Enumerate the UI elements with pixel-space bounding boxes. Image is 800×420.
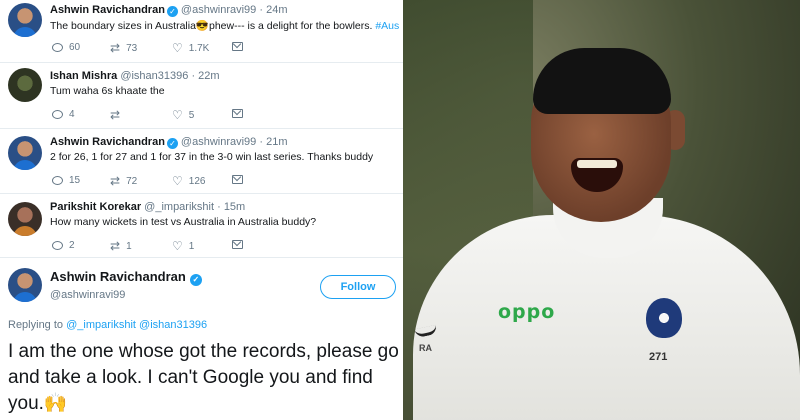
retweet-icon: ⇄ bbox=[110, 239, 121, 253]
mail-icon bbox=[232, 240, 243, 249]
verified-badge-icon: ✓ bbox=[166, 6, 178, 17]
player-photo: RA oppo 271 bbox=[403, 0, 800, 420]
retweet-button[interactable]: ⇄ 1 bbox=[110, 240, 132, 252]
reply-icon bbox=[52, 43, 63, 52]
bcci-crest-icon bbox=[646, 298, 682, 338]
verified-badge-icon: ✓ bbox=[189, 274, 202, 286]
heart-icon: ♡ bbox=[172, 108, 183, 122]
timestamp[interactable]: · 21m bbox=[259, 136, 287, 148]
hair bbox=[533, 48, 671, 114]
sponsor-logo: oppo bbox=[498, 301, 556, 323]
avatar[interactable] bbox=[8, 68, 42, 102]
avatar[interactable] bbox=[8, 202, 42, 236]
jersey-initials: RA bbox=[419, 343, 432, 353]
tweet-text: 2 for 26, 1 for 27 and 1 for 37 in the 3… bbox=[50, 151, 374, 163]
tweet-1[interactable]: Ashwin Ravichandran ✓ @ashwinravi99 · 24m … bbox=[0, 0, 403, 62]
avatar[interactable] bbox=[8, 268, 42, 302]
reply-button[interactable]: 2 bbox=[52, 240, 75, 251]
avatar[interactable] bbox=[8, 136, 42, 170]
mail-icon bbox=[232, 175, 243, 184]
mail-icon bbox=[232, 42, 243, 51]
heart-icon: ♡ bbox=[172, 174, 183, 188]
tweet-text: Tum waha 6s khaate the bbox=[50, 85, 165, 97]
retweet-icon: ⇄ bbox=[110, 174, 121, 188]
tweet-2[interactable]: Ishan Mishra @ishan31396 · 22m Tum waha … bbox=[0, 63, 403, 128]
retweet-icon: ⇄ bbox=[110, 41, 121, 55]
retweet-icon: ⇄ bbox=[110, 108, 121, 122]
heart-icon: ♡ bbox=[172, 41, 183, 55]
reply-button[interactable]: 15 bbox=[52, 175, 80, 186]
display-name[interactable]: Parikshit Korekar bbox=[50, 201, 141, 213]
display-name[interactable]: Ashwin Ravichandran bbox=[50, 136, 165, 148]
sunglasses-emoji-icon: 😎 bbox=[195, 20, 209, 32]
replying-to: Replying to @_imparikshit @ishan31396 bbox=[8, 319, 208, 331]
reply-button[interactable]: 4 bbox=[52, 109, 75, 120]
teeth bbox=[577, 160, 617, 168]
main-tweet-handle[interactable]: @ashwinravi99 bbox=[50, 289, 125, 301]
reply-button[interactable]: 60 bbox=[52, 42, 80, 53]
direct-message-button[interactable] bbox=[232, 240, 243, 249]
reply-icon bbox=[52, 176, 63, 185]
main-tweet-author[interactable]: Ashwin Ravichandran ✓ bbox=[50, 269, 205, 286]
like-button[interactable]: ♡ 1.7K bbox=[172, 42, 209, 54]
display-name[interactable]: Ishan Mishra bbox=[50, 70, 117, 82]
verified-badge-icon: ✓ bbox=[166, 138, 178, 149]
reply-icon bbox=[52, 241, 63, 250]
raising-hands-emoji-icon: 🙌 bbox=[43, 393, 68, 414]
timestamp[interactable]: · 15m bbox=[217, 201, 245, 213]
mention-link[interactable]: @ishan31396 bbox=[139, 319, 207, 331]
display-name[interactable]: Ashwin Ravichandran bbox=[50, 4, 165, 16]
like-button[interactable]: ♡ 1 bbox=[172, 240, 194, 252]
divider bbox=[0, 257, 403, 258]
like-button[interactable]: ♡ 126 bbox=[172, 175, 205, 187]
mail-icon bbox=[232, 109, 243, 118]
follow-button[interactable]: Follow bbox=[320, 275, 396, 299]
tweet-text: The boundary sizes in Australia😎phew--- … bbox=[50, 20, 400, 32]
direct-message-button[interactable] bbox=[232, 42, 243, 51]
handle[interactable]: @ishan31396 bbox=[120, 70, 188, 82]
like-button[interactable]: ♡ 5 bbox=[172, 109, 194, 121]
handle[interactable]: @_imparikshit bbox=[144, 201, 214, 213]
heart-icon: ♡ bbox=[172, 239, 183, 253]
tweet-3[interactable]: Ashwin Ravichandran ✓ @ashwinravi99 · 21m … bbox=[0, 129, 403, 193]
tweet-4[interactable]: Parikshit Korekar @_imparikshit · 15m Ho… bbox=[0, 194, 403, 256]
retweet-button[interactable]: ⇄ 73 bbox=[110, 42, 137, 54]
handle[interactable]: @ashwinravi99 bbox=[181, 136, 256, 148]
handle[interactable]: @ashwinravi99 bbox=[181, 4, 256, 16]
main-tweet-text: I am the one whose got the records, plea… bbox=[8, 341, 399, 414]
retweet-button[interactable]: ⇄ bbox=[110, 109, 120, 121]
mention-link[interactable]: @_imparikshit bbox=[66, 319, 136, 331]
tweet-text: How many wickets in test vs Australia in… bbox=[50, 216, 317, 228]
timestamp[interactable]: · 24m bbox=[259, 4, 287, 16]
avatar[interactable] bbox=[8, 3, 42, 37]
jersey-number: 271 bbox=[649, 351, 668, 363]
hashtag-link[interactable]: #Aus bbox=[375, 20, 399, 32]
direct-message-button[interactable] bbox=[232, 175, 243, 184]
reply-icon bbox=[52, 110, 63, 119]
retweet-button[interactable]: ⇄ 72 bbox=[110, 175, 137, 187]
tweet-thread-panel: Ashwin Ravichandran ✓ @ashwinravi99 · 24m … bbox=[0, 0, 403, 420]
direct-message-button[interactable] bbox=[232, 109, 243, 118]
timestamp[interactable]: · 22m bbox=[191, 70, 219, 82]
